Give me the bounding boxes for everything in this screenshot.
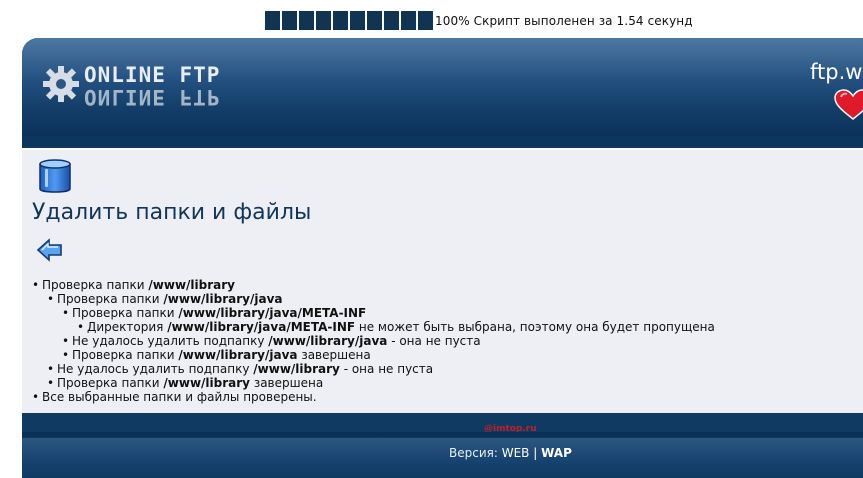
heart-icon[interactable]	[833, 89, 863, 121]
log-path: /www/library/java/META-INF	[167, 320, 356, 334]
log-suffix: завершена	[297, 348, 371, 362]
bullet: •	[62, 306, 70, 320]
log-text: Все выбранные папки и файлы проверены.	[42, 390, 317, 404]
version-label: Версия:	[449, 446, 502, 460]
log-path: /www/library/java	[163, 292, 283, 306]
log-line: • Проверка папки /www/library/java/META-I…	[32, 306, 715, 320]
log-text: Проверка папки	[57, 376, 164, 390]
bullet: •	[47, 362, 55, 376]
progress-text: 100% Скрипт выполенен за 1.54 секунд	[435, 13, 693, 28]
header-separator	[22, 136, 863, 146]
version-switch: Версия: WEB | WAP	[449, 446, 572, 460]
progress-cell	[367, 11, 382, 30]
bullet: •	[62, 334, 70, 348]
log-path: /www/library/java	[178, 348, 298, 362]
logo-text: ONLINE FTP	[84, 63, 221, 87]
content-panel: Удалить папки и файлы • Проверка папки /w…	[22, 148, 863, 413]
log-suffix: завершена	[250, 376, 324, 390]
log-line: • Проверка папки /www/library/java заверш…	[32, 348, 715, 362]
web-version-link[interactable]: WEB	[502, 446, 530, 460]
progress-cell	[384, 11, 399, 30]
log-line: • Не удалось удалить подпапку /www/librar…	[32, 362, 715, 376]
log-text: Проверка папки	[72, 306, 179, 320]
progress-cell	[350, 11, 365, 30]
log-line: • Проверка папки /www/library/java	[32, 292, 715, 306]
database-icon	[39, 159, 71, 193]
progress-cell	[316, 11, 331, 30]
bullet: •	[32, 390, 40, 404]
log-line: • Проверка папки /www/library	[32, 278, 715, 292]
page-title: Удалить папки и файлы	[32, 200, 312, 225]
version-separator: |	[529, 446, 542, 460]
main-frame: ONLINE FTP ONLINE FTP ftp.w Удалить папк…	[22, 38, 863, 478]
log-suffix: - она не пуста	[387, 334, 481, 348]
site-name: ftp.w	[810, 60, 863, 84]
wap-version-link[interactable]: WAP	[541, 446, 572, 460]
log-suffix: не может быть выбрана, поэтому она будет…	[355, 320, 715, 334]
log-text: Не удалось удалить подпапку	[57, 362, 254, 376]
progress-cell	[333, 11, 348, 30]
log-path: /www/library	[253, 362, 340, 376]
progress-cell	[282, 11, 297, 30]
log-line: • Директория /www/library/java/META-INF н…	[32, 320, 715, 334]
bullet: •	[77, 320, 85, 334]
log-line: • Проверка папки /www/library завершена	[32, 376, 715, 390]
progress-bar	[265, 11, 433, 30]
log-line: • Все выбранные папки и файлы проверены.	[32, 390, 715, 404]
bullet: •	[47, 376, 55, 390]
operation-log: • Проверка папки /www/library • Проверка па…	[32, 278, 715, 404]
footer: Версия: WEB | WAP	[22, 438, 863, 478]
log-path: /www/library/java/META-INF	[178, 306, 367, 320]
log-line: • Не удалось удалить подпапку /www/librar…	[32, 334, 715, 348]
logo-reflection: ONLINE FTP	[84, 85, 221, 109]
footer-divider	[22, 432, 863, 437]
bullet: •	[62, 348, 70, 362]
log-path: /www/library	[148, 278, 235, 292]
header: ONLINE FTP ONLINE FTP ftp.w	[22, 38, 863, 136]
back-arrow-icon[interactable]	[36, 238, 64, 262]
footer-band	[22, 413, 863, 432]
log-path: /www/library/java	[268, 334, 388, 348]
logo[interactable]: ONLINE FTP ONLINE FTP	[42, 60, 242, 110]
progress-cell	[299, 11, 314, 30]
log-text: Директория	[87, 320, 168, 334]
bullet: •	[47, 292, 55, 306]
progress-cell	[401, 11, 416, 30]
log-text: Проверка папки	[72, 348, 179, 362]
log-suffix: - она не пуста	[339, 362, 434, 376]
script-progress: 100% Скрипт выполенен за 1.54 секунд	[265, 11, 693, 30]
progress-cell	[418, 11, 433, 30]
log-text: Проверка папки	[42, 278, 149, 292]
progress-cell	[265, 11, 280, 30]
log-text: Проверка папки	[57, 292, 164, 306]
bullet: •	[32, 278, 40, 292]
log-text: Не удалось удалить подпапку	[72, 334, 269, 348]
log-path: /www/library	[163, 376, 250, 390]
gear-icon	[43, 66, 79, 102]
